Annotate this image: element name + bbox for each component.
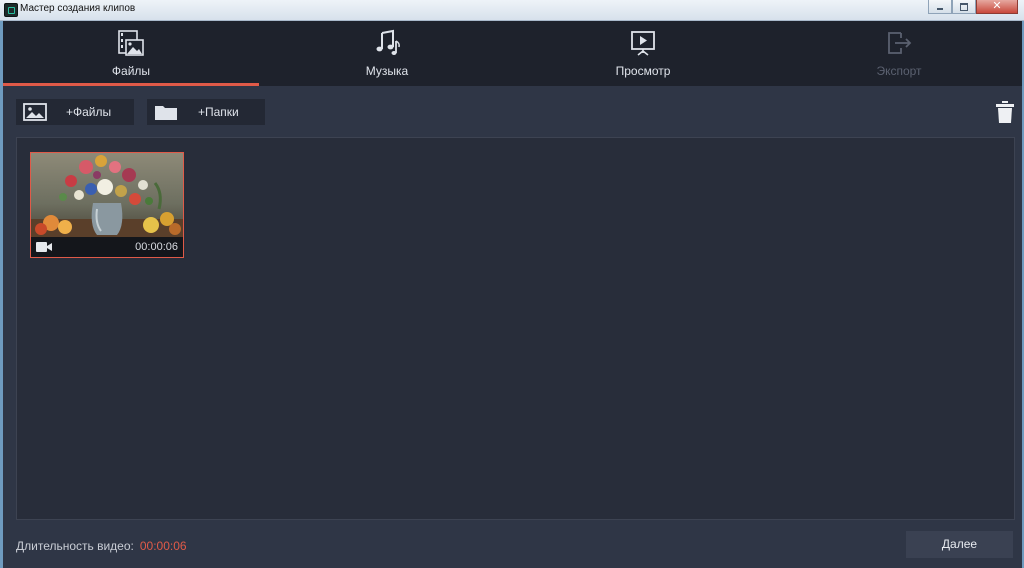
close-button[interactable]: ✕ <box>976 0 1018 14</box>
app-icon <box>4 3 18 17</box>
flower-still-life-image <box>31 153 183 237</box>
clip-duration: 00:00:06 <box>135 241 178 253</box>
video-camera-icon <box>36 242 52 252</box>
tab-music-label: Музыка <box>365 64 409 78</box>
tab-files-label: Файлы <box>111 64 151 78</box>
tab-export-label: Экспорт <box>876 64 922 78</box>
window-controls: ✕ <box>928 0 1018 14</box>
tab-export[interactable]: Экспорт <box>771 21 1024 86</box>
trash-icon[interactable] <box>996 101 1014 123</box>
music-notes-icon <box>376 29 400 55</box>
active-tab-indicator <box>3 83 259 86</box>
add-files-label: +Файлы <box>66 105 112 119</box>
image-icon <box>23 103 47 121</box>
video-duration-info: Длительность видео: 00:00:06 <box>16 539 187 553</box>
folder-icon <box>155 106 177 120</box>
window-title: Мастер создания клипов <box>20 3 136 14</box>
wizard-tabbar: Файлы Музыка Просмотр Экспорт <box>3 21 1022 86</box>
media-clips-area: 00:00:06 <box>16 137 1015 520</box>
presentation-play-icon <box>631 31 655 56</box>
tab-music[interactable]: Музыка <box>259 21 515 86</box>
tab-files[interactable]: Файлы <box>3 21 259 86</box>
maximize-button[interactable] <box>952 0 976 14</box>
window-titlebar: Мастер создания клипов ✕ <box>0 0 1024 21</box>
export-icon <box>888 32 912 54</box>
app-window: Файлы Музыка Просмотр Экспорт +Файлы +Па… <box>3 21 1022 568</box>
video-clip-thumbnail[interactable]: 00:00:06 <box>30 152 184 258</box>
add-folders-label: +Папки <box>198 105 239 119</box>
add-files-button[interactable]: +Файлы <box>16 99 134 125</box>
next-button[interactable]: Далее <box>906 531 1013 558</box>
tab-preview-label: Просмотр <box>615 64 671 78</box>
film-image-icon <box>118 30 144 56</box>
add-folders-button[interactable]: +Папки <box>147 99 265 125</box>
minimize-button[interactable] <box>928 0 952 14</box>
tab-preview[interactable]: Просмотр <box>515 21 771 86</box>
close-icon: ✕ <box>992 0 1002 12</box>
video-duration-value: 00:00:06 <box>139 539 187 553</box>
video-duration-label: Длительность видео: <box>16 539 134 553</box>
clip-info-bar: 00:00:06 <box>31 237 183 257</box>
